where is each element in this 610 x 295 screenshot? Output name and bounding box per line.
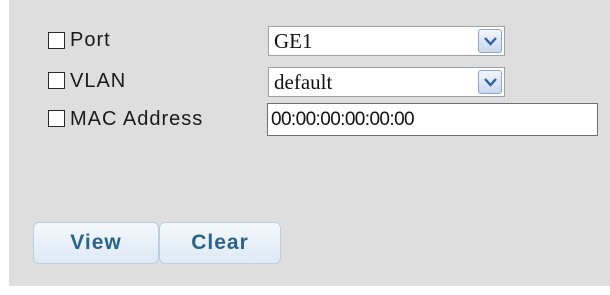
vlan-select-value: default (274, 70, 333, 94)
mac-address-field[interactable] (267, 103, 598, 136)
port-select[interactable]: GE1 (268, 26, 505, 56)
mac-table-filter-panel: Port GE1 VLAN default MAC Address View C… (9, 0, 610, 286)
port-label: Port (70, 29, 111, 51)
vlan-label: VLAN (70, 70, 127, 92)
view-button[interactable]: View (33, 222, 159, 264)
vlan-checkbox[interactable] (48, 72, 65, 89)
mac-filter-row: MAC Address (9, 99, 610, 139)
vlan-select[interactable]: default (268, 67, 505, 97)
mac-address-input[interactable] (268, 104, 597, 135)
mac-address-label: MAC Address (70, 108, 204, 130)
port-filter-row: Port GE1 (9, 23, 610, 63)
chevron-down-icon[interactable] (478, 29, 502, 53)
port-select-value: GE1 (274, 29, 313, 53)
mac-address-checkbox[interactable] (48, 110, 65, 127)
chevron-down-icon[interactable] (478, 70, 502, 94)
vlan-filter-row: VLAN default (9, 62, 610, 102)
clear-button[interactable]: Clear (159, 222, 281, 264)
port-checkbox[interactable] (48, 32, 65, 49)
